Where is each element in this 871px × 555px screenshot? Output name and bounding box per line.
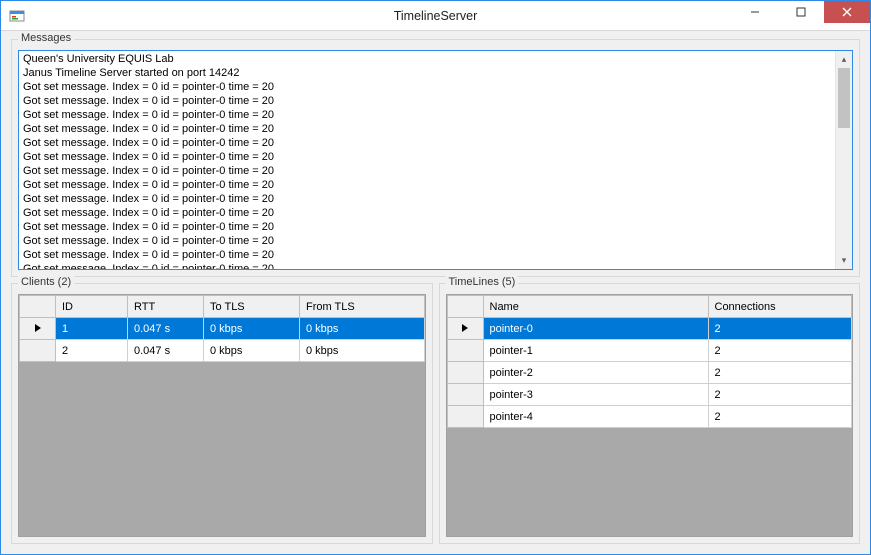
column-header[interactable]: Name bbox=[483, 296, 708, 318]
app-window: TimelineServer Messages Queen's Universi… bbox=[0, 0, 871, 555]
clients-label: Clients (2) bbox=[18, 276, 74, 288]
timelines-group: TimeLines (5) NameConnections pointer-02… bbox=[439, 283, 861, 544]
table-cell[interactable]: 0 kbps bbox=[300, 340, 425, 362]
table-cell[interactable]: 2 bbox=[708, 318, 852, 340]
row-header[interactable] bbox=[20, 318, 56, 340]
column-header[interactable]: From TLS bbox=[300, 296, 425, 318]
timelines-grid-wrap[interactable]: NameConnections pointer-02pointer-12poin… bbox=[446, 294, 854, 537]
table-row[interactable]: 20.047 s0 kbps0 kbps bbox=[20, 340, 425, 362]
table-row[interactable]: pointer-02 bbox=[447, 318, 852, 340]
messages-scrollbar[interactable]: ▴ ▾ bbox=[835, 51, 852, 269]
table-row[interactable]: 10.047 s0 kbps0 kbps bbox=[20, 318, 425, 340]
scroll-up-icon[interactable]: ▴ bbox=[836, 51, 852, 68]
scroll-thumb[interactable] bbox=[838, 68, 850, 128]
titlebar[interactable]: TimelineServer bbox=[1, 1, 870, 31]
table-row[interactable]: pointer-32 bbox=[447, 384, 852, 406]
row-header[interactable] bbox=[447, 384, 483, 406]
table-cell[interactable]: 0 kbps bbox=[204, 340, 300, 362]
timelines-grid[interactable]: NameConnections pointer-02pointer-12poin… bbox=[447, 295, 853, 428]
messages-log-text: Queen's University EQUIS Lab Janus Timel… bbox=[19, 51, 852, 270]
row-indicator-icon bbox=[462, 324, 468, 332]
column-header[interactable]: To TLS bbox=[204, 296, 300, 318]
row-header-corner bbox=[20, 296, 56, 318]
table-cell[interactable]: 2 bbox=[708, 384, 852, 406]
table-cell[interactable]: 2 bbox=[56, 340, 128, 362]
row-indicator-icon bbox=[35, 324, 41, 332]
column-header[interactable]: ID bbox=[56, 296, 128, 318]
timelines-label: TimeLines (5) bbox=[446, 276, 519, 288]
messages-group: Messages Queen's University EQUIS Lab Ja… bbox=[11, 39, 860, 277]
minimize-button[interactable] bbox=[732, 1, 778, 23]
window-controls bbox=[732, 1, 870, 30]
row-header[interactable] bbox=[447, 406, 483, 428]
table-row[interactable]: pointer-22 bbox=[447, 362, 852, 384]
table-cell[interactable]: 2 bbox=[708, 340, 852, 362]
scroll-down-icon[interactable]: ▾ bbox=[836, 252, 852, 269]
column-header[interactable]: RTT bbox=[128, 296, 204, 318]
client-area: Messages Queen's University EQUIS Lab Ja… bbox=[1, 31, 870, 554]
table-row[interactable]: pointer-42 bbox=[447, 406, 852, 428]
app-icon bbox=[9, 8, 25, 24]
table-cell[interactable]: 2 bbox=[708, 362, 852, 384]
table-cell[interactable]: pointer-2 bbox=[483, 362, 708, 384]
maximize-button[interactable] bbox=[778, 1, 824, 23]
table-cell[interactable]: 0 kbps bbox=[204, 318, 300, 340]
clients-grid-wrap[interactable]: IDRTTTo TLSFrom TLS 10.047 s0 kbps0 kbps… bbox=[18, 294, 426, 537]
table-cell[interactable]: 0.047 s bbox=[128, 318, 204, 340]
table-cell[interactable]: pointer-0 bbox=[483, 318, 708, 340]
table-cell[interactable]: 0.047 s bbox=[128, 340, 204, 362]
row-header[interactable] bbox=[20, 340, 56, 362]
table-cell[interactable]: 0 kbps bbox=[300, 318, 425, 340]
row-header-corner bbox=[447, 296, 483, 318]
lower-panes: Clients (2) IDRTTTo TLSFrom TLS 10.047 s… bbox=[11, 283, 860, 544]
clients-group: Clients (2) IDRTTTo TLSFrom TLS 10.047 s… bbox=[11, 283, 433, 544]
messages-label: Messages bbox=[18, 32, 74, 44]
table-cell[interactable]: pointer-1 bbox=[483, 340, 708, 362]
table-cell[interactable]: 2 bbox=[708, 406, 852, 428]
table-row[interactable]: pointer-12 bbox=[447, 340, 852, 362]
close-button[interactable] bbox=[824, 1, 870, 23]
row-header[interactable] bbox=[447, 318, 483, 340]
row-header[interactable] bbox=[447, 340, 483, 362]
row-header[interactable] bbox=[447, 362, 483, 384]
table-cell[interactable]: pointer-4 bbox=[483, 406, 708, 428]
messages-log[interactable]: Queen's University EQUIS Lab Janus Timel… bbox=[18, 50, 853, 270]
table-cell[interactable]: pointer-3 bbox=[483, 384, 708, 406]
clients-grid[interactable]: IDRTTTo TLSFrom TLS 10.047 s0 kbps0 kbps… bbox=[19, 295, 425, 362]
column-header[interactable]: Connections bbox=[708, 296, 852, 318]
table-cell[interactable]: 1 bbox=[56, 318, 128, 340]
